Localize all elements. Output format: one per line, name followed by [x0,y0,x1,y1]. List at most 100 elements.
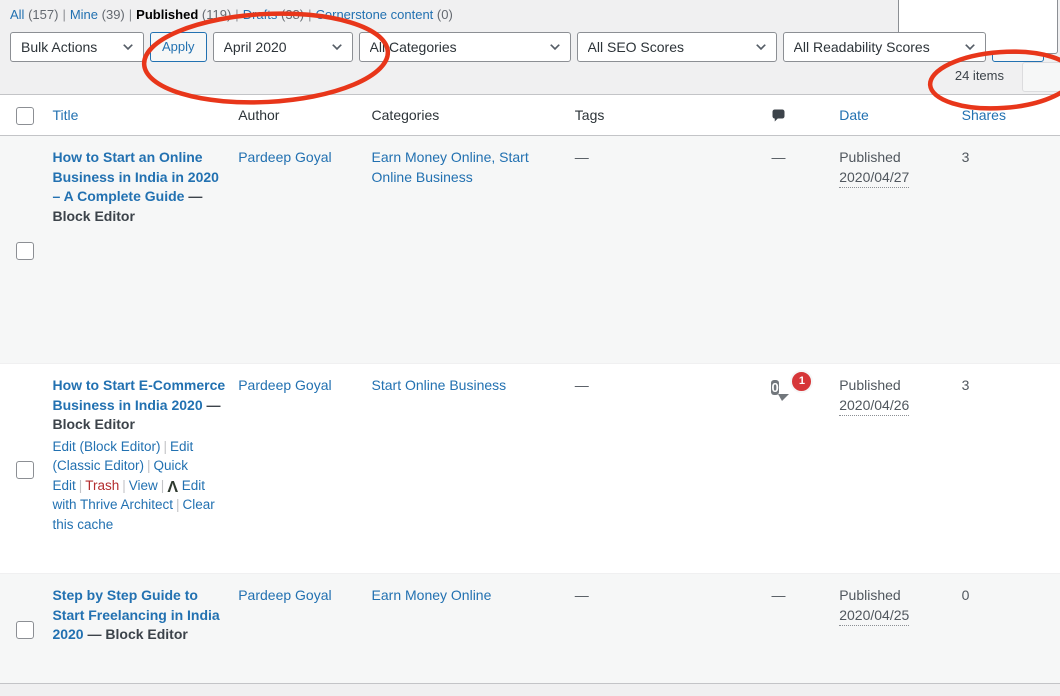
cell-tags: — [575,364,772,574]
post-date: 2020/04/25 [839,606,909,627]
table-body: How to Start an Online Business in India… [0,136,1060,684]
category-link[interactable]: Earn Money Online [372,587,492,603]
status-link-published[interactable]: Published [136,7,198,22]
status-count-cornerstone: (0) [437,7,453,22]
status-link-mine[interactable]: Mine [70,7,98,22]
seo-score-filter-select[interactable]: All SEO ScoresGoodOKNeeds improvement [577,32,777,62]
status-sep-4: | [304,7,315,22]
sort-date-link[interactable]: Date [839,107,869,123]
status-link-published-wrap: Published (119) [136,7,231,22]
cell-categories: Earn Money Online, Start Online Business [372,136,575,364]
table-head: Title Author Categories Tags Date Shares [0,95,1060,136]
table-header-row: Title Author Categories Tags Date Shares [0,95,1060,136]
status-sep-2: | [125,7,136,22]
displaying-num: 24 items [955,68,1004,83]
column-header-date: Date [839,95,961,136]
cell-date: Published 2020/04/27 [839,136,961,364]
status-sep-1: | [58,7,69,22]
author-link[interactable]: Pardeep Goyal [238,149,331,165]
status-link-cornerstone-wrap: Cornerstone content (0) [316,7,453,22]
date-filter-wrap: All datesApril 2020March 2020February 20… [213,32,353,62]
author-link[interactable]: Pardeep Goyal [238,377,331,393]
row-checkbox[interactable] [16,621,34,639]
cell-shares: 0 [962,574,1060,684]
category-link[interactable]: Earn Money Online, Start Online Business [372,149,529,185]
cell-title: How to Start an Online Business in India… [52,136,238,364]
action-sep-4: | [119,478,129,493]
date-filter-select[interactable]: All datesApril 2020March 2020February 20… [213,32,353,62]
status-link-cornerstone[interactable]: Cornerstone content [316,7,434,22]
column-header-tags: Tags [575,95,772,136]
post-status-text: Published [839,586,951,606]
action-sep-6: | [173,497,183,512]
pagination-controls[interactable] [1022,62,1060,92]
status-sep-3: | [231,7,242,22]
sort-title-link[interactable]: Title [52,107,78,123]
sort-shares-link[interactable]: Shares [962,107,1006,123]
cell-comments: 0 1 [771,364,839,574]
cell-author: Pardeep Goyal [238,136,371,364]
status-count-drafts: (38) [281,7,304,22]
cell-categories: Start Online Business [372,364,575,574]
post-title-link[interactable]: How to Start E-Commerce Business in Indi… [52,377,225,413]
row-checkbox[interactable] [16,242,34,260]
cell-tags: — [575,574,772,684]
comment-count-wrap[interactable]: 0 1 [771,376,811,408]
table-row: How to Start E-Commerce Business in Indi… [0,364,1060,574]
cell-title: Step by Step Guide to Start Freelancing … [52,574,238,684]
status-link-drafts-wrap: Drafts (38) [243,7,304,22]
status-link-mine-wrap: Mine (39) [70,7,125,22]
cell-comments: — [771,136,839,364]
status-count-mine: (39) [102,7,125,22]
row-action-view[interactable]: View [129,478,158,493]
row-select-cell [0,574,52,684]
status-link-drafts[interactable]: Drafts [243,7,278,22]
row-checkbox[interactable] [16,461,34,479]
row-action-trash[interactable]: Trash [85,478,119,493]
action-sep-1: | [161,439,171,454]
select-all-header [0,95,52,136]
readability-filter-wrap: All Readability ScoresGoodOKNeeds improv… [783,32,986,62]
cell-tags: — [575,136,772,364]
row-actions: Edit (Block Editor)|Edit (Classic Editor… [52,435,228,535]
status-count-all: (157) [28,7,58,22]
category-filter-wrap: All CategoriesEarn Money OnlineStart Onl… [359,32,571,62]
posts-table: Title Author Categories Tags Date Shares [0,94,1060,684]
cell-author: Pardeep Goyal [238,574,371,684]
readability-score-filter-select[interactable]: All Readability ScoresGoodOKNeeds improv… [783,32,986,62]
column-header-comments [771,95,839,136]
post-status-text: Published [839,148,951,168]
column-header-categories: Categories [372,95,575,136]
action-sep-5: | [158,478,168,493]
cell-comments: — [771,574,839,684]
tablenav-top: Bulk ActionsEditMove to Trash Apply All … [0,24,1060,94]
status-link-all-wrap: All (157) [10,7,58,22]
apply-button[interactable]: Apply [150,32,207,62]
select-all-checkbox[interactable] [16,107,34,125]
pending-comments-badge[interactable]: 1 [790,370,813,393]
category-filter-select[interactable]: All CategoriesEarn Money OnlineStart Onl… [359,32,571,62]
row-select-cell [0,136,52,364]
comment-bubble-icon[interactable]: 0 [771,380,778,395]
column-header-title: Title [52,95,238,136]
row-action-edit-block-editor[interactable]: Edit (Block Editor) [52,439,160,454]
column-header-author: Author [238,95,371,136]
status-count-published: (119) [202,7,231,22]
cell-date: Published 2020/04/25 [839,574,961,684]
post-title-suffix: — Block Editor [88,626,188,642]
post-status-text: Published [839,376,951,396]
table-row: How to Start an Online Business in India… [0,136,1060,364]
column-header-shares: Shares [962,95,1060,136]
bulk-actions-select[interactable]: Bulk ActionsEditMove to Trash [10,32,144,62]
bulk-actions-wrap: Bulk ActionsEditMove to Trash [10,32,144,62]
cell-shares: 3 [962,364,1060,574]
action-sep-3: | [76,478,86,493]
post-date: 2020/04/26 [839,396,909,417]
cell-shares: 3 [962,136,1060,364]
category-link[interactable]: Start Online Business [372,377,507,393]
thrive-architect-icon: Λ [167,480,178,496]
author-link[interactable]: Pardeep Goyal [238,587,331,603]
filter-controls-row: Bulk ActionsEditMove to Trash Apply All … [10,32,1050,62]
post-date: 2020/04/27 [839,168,909,189]
status-link-all[interactable]: All [10,7,24,22]
